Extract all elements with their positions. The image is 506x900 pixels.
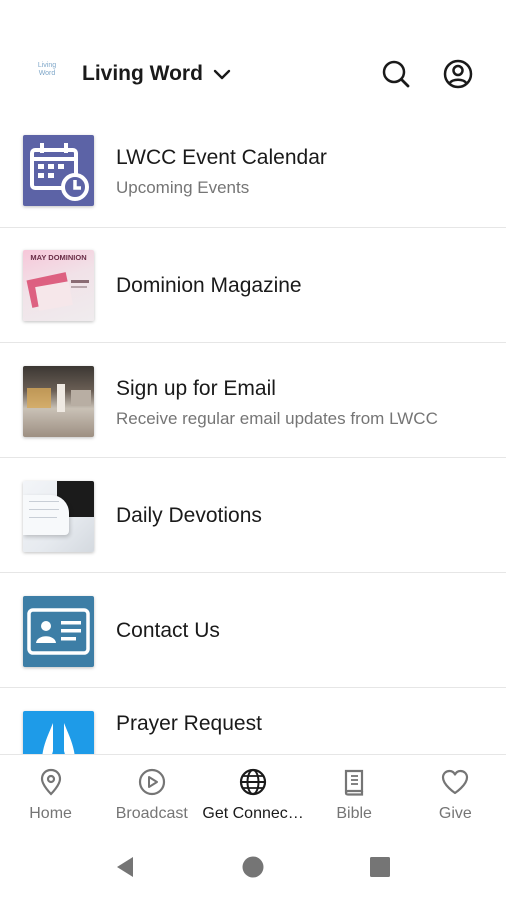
- nav-get-connected[interactable]: Get Connec…: [202, 755, 304, 833]
- back-icon[interactable]: [112, 854, 138, 880]
- org-name[interactable]: Living Word: [82, 62, 203, 86]
- email-photo: [23, 366, 94, 437]
- home-circle-icon[interactable]: [240, 854, 266, 880]
- nav-label: Give: [438, 805, 472, 822]
- list-item-prayer-request[interactable]: Prayer Request: [0, 688, 506, 754]
- list-item-event-calendar[interactable]: LWCC Event Calendar Upcoming Events: [0, 112, 506, 228]
- book-icon: [345, 769, 364, 796]
- chevron-down-icon[interactable]: [211, 66, 233, 84]
- connect-list: LWCC Event Calendar Upcoming Events MAY …: [0, 112, 506, 754]
- list-item-contact-us[interactable]: Contact Us: [0, 573, 506, 688]
- nav-home[interactable]: Home: [0, 755, 101, 833]
- system-navigation-bar: [0, 832, 506, 900]
- recents-icon[interactable]: [367, 854, 393, 880]
- bottom-navigation: Home Broadcast Get Connec… Bible Give: [0, 754, 506, 832]
- open-book-photo: [23, 481, 94, 552]
- nav-broadcast[interactable]: Broadcast: [101, 755, 202, 833]
- nav-label: Get Connec…: [202, 805, 304, 822]
- list-item-title: Daily Devotions: [116, 504, 262, 527]
- heart-icon: [442, 769, 469, 795]
- search-button[interactable]: [378, 56, 414, 92]
- list-item-title: LWCC Event Calendar: [116, 146, 327, 169]
- nav-label: Home: [29, 805, 72, 822]
- account-icon: [443, 59, 473, 89]
- magazine-cover: MAY DOMINION: [23, 250, 94, 321]
- nav-give[interactable]: Give: [405, 755, 506, 833]
- logo: Living Word: [37, 62, 57, 77]
- list-item-title: Dominion Magazine: [116, 274, 302, 297]
- search-icon: [382, 60, 410, 88]
- nav-bible[interactable]: Bible: [304, 755, 405, 833]
- contact-card-icon: [23, 596, 94, 667]
- list-item-title: Contact Us: [116, 619, 220, 642]
- calendar-icon: [23, 135, 94, 206]
- globe-icon: [239, 768, 267, 796]
- list-item-title: Prayer Request: [116, 712, 262, 735]
- play-circle-icon: [138, 768, 165, 796]
- list-item-dominion-magazine[interactable]: MAY DOMINION Dominion Magazine: [0, 228, 506, 343]
- list-item-subtitle: Receive regular email updates from LWCC: [116, 409, 438, 428]
- account-button[interactable]: [440, 56, 476, 92]
- list-item-subtitle: Upcoming Events: [116, 178, 250, 197]
- list-item-title: Sign up for Email: [116, 377, 276, 400]
- magazine-cover-title: MAY DOMINION: [30, 253, 87, 262]
- praying-hands-icon: [23, 711, 94, 754]
- location-pin-icon: [40, 768, 61, 796]
- list-item-email-signup[interactable]: Sign up for Email Receive regular email …: [0, 343, 506, 458]
- app-header: Living Word Living Word: [0, 0, 506, 128]
- nav-label: Broadcast: [115, 805, 188, 822]
- list-item-daily-devotions[interactable]: Daily Devotions: [0, 458, 506, 573]
- nav-label: Bible: [336, 805, 372, 822]
